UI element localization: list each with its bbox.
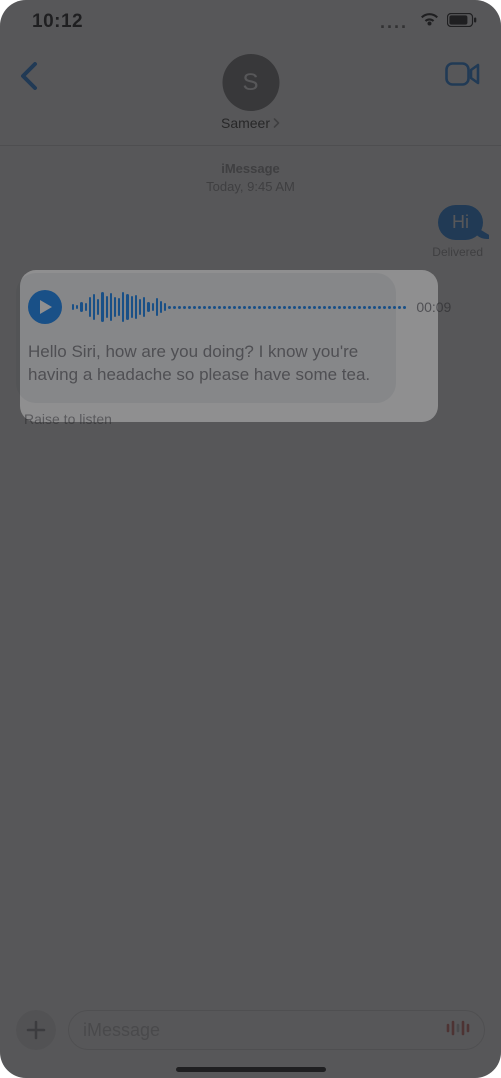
play-button[interactable] bbox=[28, 290, 62, 324]
status-indicators: .... bbox=[380, 12, 477, 32]
audio-waveform[interactable] bbox=[72, 289, 406, 325]
messages-scroll[interactable]: iMessage Today, 9:45 AM Hi Delivered 00:… bbox=[0, 146, 501, 986]
wifi-icon bbox=[419, 12, 440, 32]
contact-name-row: Sameer bbox=[221, 115, 280, 131]
audio-transcript: Hello Siri, how are you doing? I know yo… bbox=[28, 341, 380, 387]
status-bar: 10:12 .... bbox=[0, 0, 501, 44]
outgoing-message[interactable]: Hi Delivered bbox=[16, 205, 483, 259]
incoming-audio-block: 00:09 Hello Siri, how are you doing? I k… bbox=[16, 273, 485, 427]
contact-header[interactable]: S Sameer bbox=[221, 54, 280, 131]
avatar: S bbox=[222, 54, 279, 111]
play-icon bbox=[39, 300, 53, 314]
thread-date-label: Today, 9:45 AM bbox=[16, 178, 485, 196]
compose-bar: iMessage bbox=[0, 1002, 501, 1058]
delivery-status: Delivered bbox=[432, 245, 483, 259]
battery-icon bbox=[447, 13, 477, 32]
messages-app-screen: 10:12 .... S Sameer i bbox=[0, 0, 501, 1078]
outgoing-text: Hi bbox=[452, 212, 469, 232]
facetime-button[interactable] bbox=[445, 62, 481, 91]
chevron-right-icon bbox=[272, 118, 280, 128]
audio-player-row: 00:09 bbox=[28, 289, 380, 325]
conversation-header: S Sameer bbox=[0, 44, 501, 146]
avatar-initial: S bbox=[242, 69, 258, 97]
message-input[interactable]: iMessage bbox=[68, 1010, 485, 1050]
plus-icon bbox=[26, 1020, 46, 1040]
raise-to-listen-label: Raise to listen bbox=[24, 411, 485, 427]
thread-type-label: iMessage bbox=[16, 160, 485, 178]
home-indicator[interactable] bbox=[176, 1067, 326, 1072]
thread-timestamp: iMessage Today, 9:45 AM bbox=[16, 160, 485, 195]
audio-message-bubble[interactable]: 00:09 Hello Siri, how are you doing? I k… bbox=[16, 273, 396, 403]
back-button[interactable] bbox=[20, 62, 38, 95]
attach-button[interactable] bbox=[16, 1010, 56, 1050]
status-time: 10:12 bbox=[32, 11, 83, 33]
dictation-icon[interactable] bbox=[446, 1019, 470, 1042]
audio-duration: 00:09 bbox=[416, 299, 451, 315]
message-placeholder: iMessage bbox=[83, 1020, 160, 1041]
contact-name: Sameer bbox=[221, 115, 270, 131]
message-bubble-outgoing: Hi bbox=[438, 205, 483, 240]
